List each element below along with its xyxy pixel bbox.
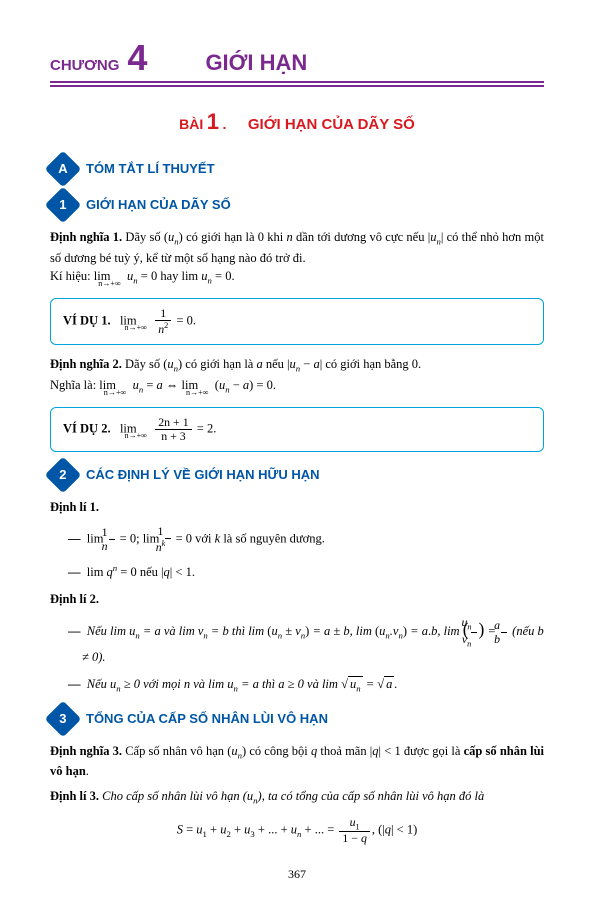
- example-2-box: VÍ DỤ 2. limn→+∞ 2n + 1n + 3 = 2.: [50, 407, 544, 452]
- page-number: 367: [50, 865, 544, 883]
- diamond-a-icon: A: [45, 151, 82, 188]
- section-1-title: GIỚI HẠN CỦA DÃY SỐ: [86, 195, 231, 215]
- theorem-2-item-1: — Nếu lim un = a và lim vn = b thì lim (…: [68, 616, 544, 667]
- chapter-label: CHƯƠNG: [50, 55, 119, 78]
- lesson-number: 1: [207, 109, 219, 134]
- definition-2: Định nghĩa 2. Dãy số (un) có giới hạn là…: [50, 355, 544, 396]
- chapter-title: GIỚI HẠN: [205, 46, 307, 79]
- chapter-header: CHƯƠNG 4 GIỚI HẠN: [50, 40, 544, 83]
- section-3-title: TỔNG CỦA CẤP SỐ NHÂN LÙI VÔ HẠN: [86, 709, 328, 729]
- section-a-title: TÓM TẮT LÍ THUYẾT: [86, 159, 215, 179]
- definition-1: Định nghĩa 1. Dãy số (un) có giới hạn là…: [50, 228, 544, 288]
- theorem-2-item-2: — Nếu un ≥ 0 với mọi n và lim un = a thì…: [68, 675, 544, 696]
- section-3-row: 3 TỔNG CỦA CẤP SỐ NHÂN LÙI VÔ HẠN: [50, 706, 544, 732]
- section-2-row: 2 CÁC ĐỊNH LÝ VỀ GIỚI HẠN HỮU HẠN: [50, 462, 544, 488]
- theorem-3: Định lí 3. Cho cấp số nhân lùi vô hạn (u…: [50, 787, 544, 808]
- lesson-header: BÀI 1 . GIỚI HẠN CỦA DÃY SỐ: [50, 105, 544, 138]
- theorem-1-item-2: — lim qn = 0 nếu |q| < 1.: [68, 562, 544, 582]
- lesson-title: GIỚI HẠN CỦA DÃY SỐ: [248, 116, 415, 133]
- chapter-underline: [50, 85, 544, 87]
- lesson-label: BÀI: [179, 116, 203, 132]
- diamond-2-icon: 2: [45, 456, 82, 493]
- theorem-1-item-1: — lim 1n = 0; lim 1nk = 0 với k là số ng…: [68, 525, 544, 554]
- diamond-1-icon: 1: [45, 187, 82, 224]
- theorem-1-label: Định lí 1.: [50, 498, 544, 517]
- section-2-title: CÁC ĐỊNH LÝ VỀ GIỚI HẠN HỮU HẠN: [86, 465, 320, 485]
- lesson-dot: .: [222, 116, 226, 132]
- section-a-row: A TÓM TẮT LÍ THUYẾT: [50, 156, 544, 182]
- section-1-row: 1 GIỚI HẠN CỦA DÃY SỐ: [50, 192, 544, 218]
- diamond-3-icon: 3: [45, 700, 82, 737]
- chapter-number: 4: [127, 40, 147, 76]
- definition-3: Định nghĩa 3. Cấp số nhân vô hạn (un) có…: [50, 742, 544, 781]
- example-1-box: VÍ DỤ 1. limn→+∞ 1n2 = 0.: [50, 298, 544, 345]
- theorem-2-label: Định lí 2.: [50, 590, 544, 609]
